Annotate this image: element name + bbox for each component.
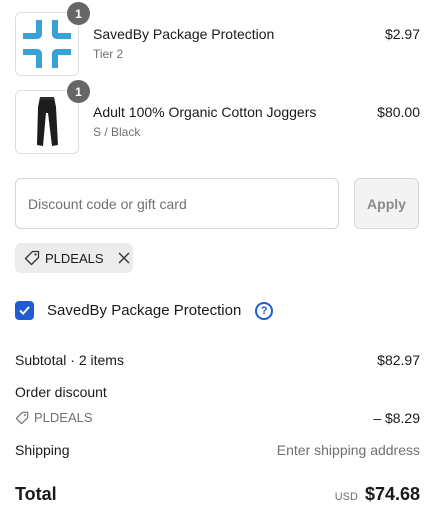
product-variant: S / Black	[93, 125, 141, 139]
tag-icon	[15, 411, 29, 425]
total-row: Total USD $74.68	[15, 484, 420, 505]
tag-icon	[24, 250, 40, 266]
applied-discount-code: PLDEALS	[45, 250, 104, 266]
total-value: $74.68	[364, 484, 420, 504]
package-protection-label: SavedBy Package Protection	[47, 302, 242, 319]
applied-discount-chip: PLDEALS	[15, 243, 133, 273]
currency-code: USD	[334, 491, 358, 503]
product-name: Adult 100% Organic Cotton Joggers	[93, 104, 317, 120]
order-discount-label: Order discount	[15, 384, 107, 400]
apply-button[interactable]: Apply	[354, 178, 419, 229]
package-protection-checkbox[interactable]	[15, 301, 34, 320]
package-protection-row: SavedBy Package Protection ?	[15, 301, 274, 320]
product-thumbnail: 1	[15, 2, 90, 76]
joggers-image	[16, 91, 78, 153]
subtotal-label: Subtotal · 2 items	[15, 352, 124, 368]
help-icon[interactable]: ?	[255, 301, 274, 320]
quantity-badge: 1	[67, 80, 90, 103]
quantity-badge: 1	[67, 2, 90, 25]
remove-discount-icon[interactable]	[118, 252, 130, 264]
subtotal-row: Subtotal · 2 items $82.97	[15, 352, 420, 368]
line-item: 1 SavedBy Package Protection Tier 2 $2.9…	[15, 2, 420, 76]
subtotal-value: $82.97	[377, 352, 420, 368]
discount-code-input[interactable]	[15, 178, 339, 229]
product-variant: Tier 2	[93, 47, 124, 61]
discount-code-label: PLDEALS	[34, 410, 93, 425]
shipping-row: Shipping Enter shipping address	[15, 442, 420, 458]
product-price: $80.00	[377, 104, 420, 120]
product-thumbnail: 1	[15, 80, 90, 154]
discount-value: – $8.29	[373, 410, 420, 426]
savedby-logo-icon	[16, 13, 78, 75]
line-item: 1 Adult 100% Organic Cotton Joggers S / …	[15, 80, 420, 154]
total-label: Total	[15, 484, 57, 504]
shipping-value: Enter shipping address	[276, 442, 420, 458]
product-name: SavedBy Package Protection	[93, 26, 275, 42]
order-discount-row: Order discount	[15, 384, 420, 400]
shipping-label: Shipping	[15, 442, 70, 458]
product-price: $2.97	[384, 26, 420, 42]
discount-code-row: PLDEALS – $8.29	[15, 410, 420, 426]
